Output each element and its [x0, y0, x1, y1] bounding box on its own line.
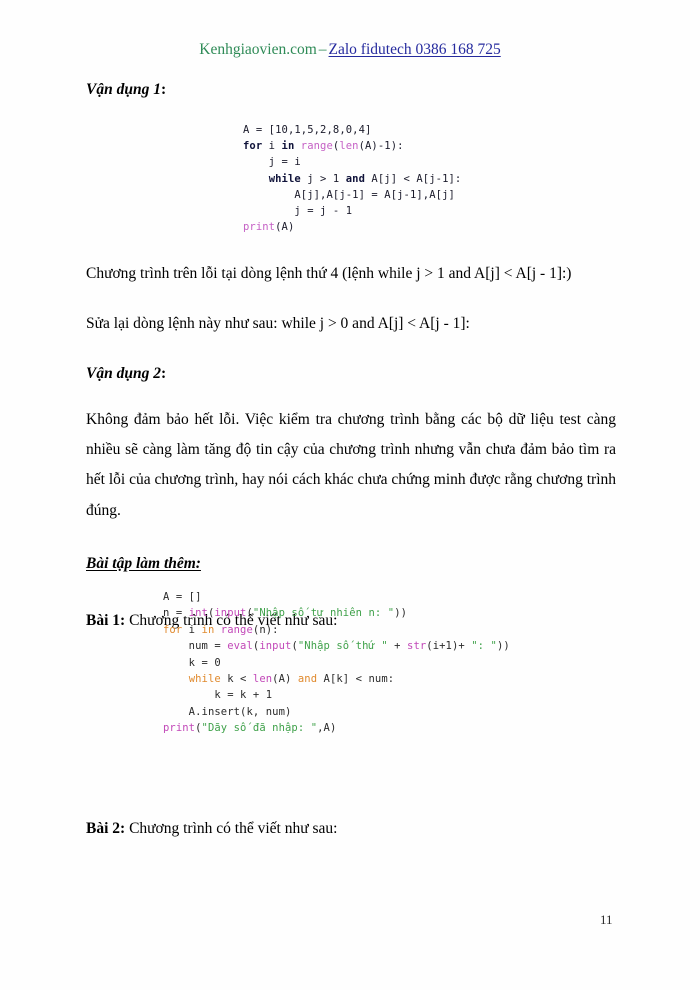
- heading-baitap-lam-them-wrapper: Bài tập làm thêm:: [86, 552, 616, 576]
- code-token-fn: eval: [227, 640, 253, 653]
- code-token-txt: (i+1)+: [426, 640, 472, 653]
- heading-vandung-2-text: Vận dụng 2: [86, 364, 161, 382]
- paragraph-fix-line: Sửa lại dòng lệnh này như sau: while j >…: [86, 315, 470, 333]
- code-token-txt: j > 1: [300, 172, 346, 185]
- code-token-txt: (A): [272, 673, 298, 686]
- code-token-kw: for: [243, 140, 263, 153]
- code-token-txt: j = j - 1: [243, 205, 353, 218]
- code-token-txt: k = k + 1: [163, 689, 273, 702]
- code-token-txt: +: [387, 640, 408, 653]
- code-token-txt: (A)-1):: [358, 140, 404, 153]
- code-token-fn: print: [163, 722, 196, 735]
- page-number: 11: [600, 912, 613, 927]
- code-token-fn: input: [214, 607, 247, 620]
- code-token-kw: and: [345, 172, 366, 185]
- code-token-txt: num =: [163, 640, 228, 653]
- heading-vandung-2: Vận dụng 2:: [86, 362, 616, 385]
- heading-vandung-1-colon: :: [160, 81, 167, 98]
- code-token-fn: print: [243, 221, 276, 234]
- code-token-txt: A[j] < A[j-1]:: [365, 172, 462, 185]
- code-token-fn: range: [300, 140, 333, 153]
- code-token-str: "Nhập số thứ ": [297, 640, 388, 653]
- code-token-txt: A = []: [163, 591, 202, 603]
- code-token-fn: len: [252, 673, 273, 686]
- code-token-kw: and: [297, 673, 318, 686]
- code-token-txt: A = [10,1,5,2,8,0,4]: [243, 124, 372, 136]
- code-token-txt: i: [182, 623, 202, 636]
- code-token-fn: range: [220, 623, 253, 636]
- code-token-kw: while: [188, 673, 221, 686]
- zalo-contact-link[interactable]: Zalo fidutech 0386 168 725: [329, 41, 501, 58]
- paragraph-vandung-2-body: Không đảm bảo hết lỗi. Việc kiểm tra chư…: [86, 410, 616, 519]
- code-token-txt: A[k] < num:: [317, 673, 395, 686]
- exercise-bai-2-line: Bài 2: Chương trình có thể viết như sau:: [86, 814, 616, 844]
- site-brand-text: Kenhgiaovien.com: [199, 41, 317, 58]
- code-token-txt: n =: [163, 607, 189, 620]
- code-token-txt: )): [394, 607, 408, 620]
- code-token-str: ": ": [471, 640, 497, 653]
- exercise-bai-2-text: Chương trình có thể viết như sau:: [125, 820, 338, 838]
- exercise-bai-2-label: Bài 2:: [86, 820, 126, 838]
- code-block-bai-1-solution: A = [] n = int(input("Nhập số tự nhiên n…: [163, 589, 510, 737]
- code-token-txt: A[j],A[j-1] = A[j-1],A[j]: [243, 188, 455, 201]
- exercise-bai-1-label: Bài 1:: [86, 611, 126, 629]
- code-token-kw: for: [163, 623, 183, 636]
- code-token-txt: A.insert(k, num): [163, 705, 292, 718]
- code-token-txt: i: [262, 140, 282, 153]
- heading-vandung-1: Vận dụng 1:: [86, 78, 616, 101]
- code-token-kw: in: [281, 140, 295, 153]
- code-token-txt: j = i: [243, 156, 301, 169]
- code-token-txt: )): [496, 640, 510, 653]
- code-token-str: "Nhập số tự nhiên n: ": [252, 607, 395, 620]
- code-token-fn: len: [339, 140, 359, 153]
- code-token-txt: (A): [275, 221, 295, 234]
- document-page: Kenhgiaovien.com – Zalo fidutech 0386 168 …: [0, 0, 700, 990]
- header-separator: –: [318, 41, 327, 58]
- code-token-kw: in: [201, 623, 215, 636]
- code-token-fn: input: [259, 640, 292, 653]
- code-token-txt: (n):: [252, 623, 279, 636]
- code-token-fn: str: [407, 640, 427, 653]
- heading-vandung-2-colon: :: [160, 364, 167, 382]
- code-token-txt: k = 0: [163, 656, 221, 669]
- heading-vandung-1-text: Vận dụng 1: [86, 81, 161, 98]
- code-token-str: "Dãy số đã nhập: ": [201, 722, 318, 735]
- code-token-fn: int: [188, 607, 208, 620]
- heading-baitap-lam-them: Bài tập làm thêm:: [86, 554, 201, 572]
- code-token-txt: ,A): [317, 722, 337, 735]
- code-token-txt: k <: [220, 673, 253, 686]
- code-token-kw: while: [268, 172, 301, 185]
- code-block-insertion-sort: A = [10,1,5,2,8,0,4] for i in range(len(…: [243, 122, 461, 235]
- paragraph-error-line: Chương trình trên lỗi tại dòng lệnh thứ …: [86, 265, 572, 283]
- document-header: Kenhgiaovien.com – Zalo fidutech 0386 168 …: [0, 41, 700, 59]
